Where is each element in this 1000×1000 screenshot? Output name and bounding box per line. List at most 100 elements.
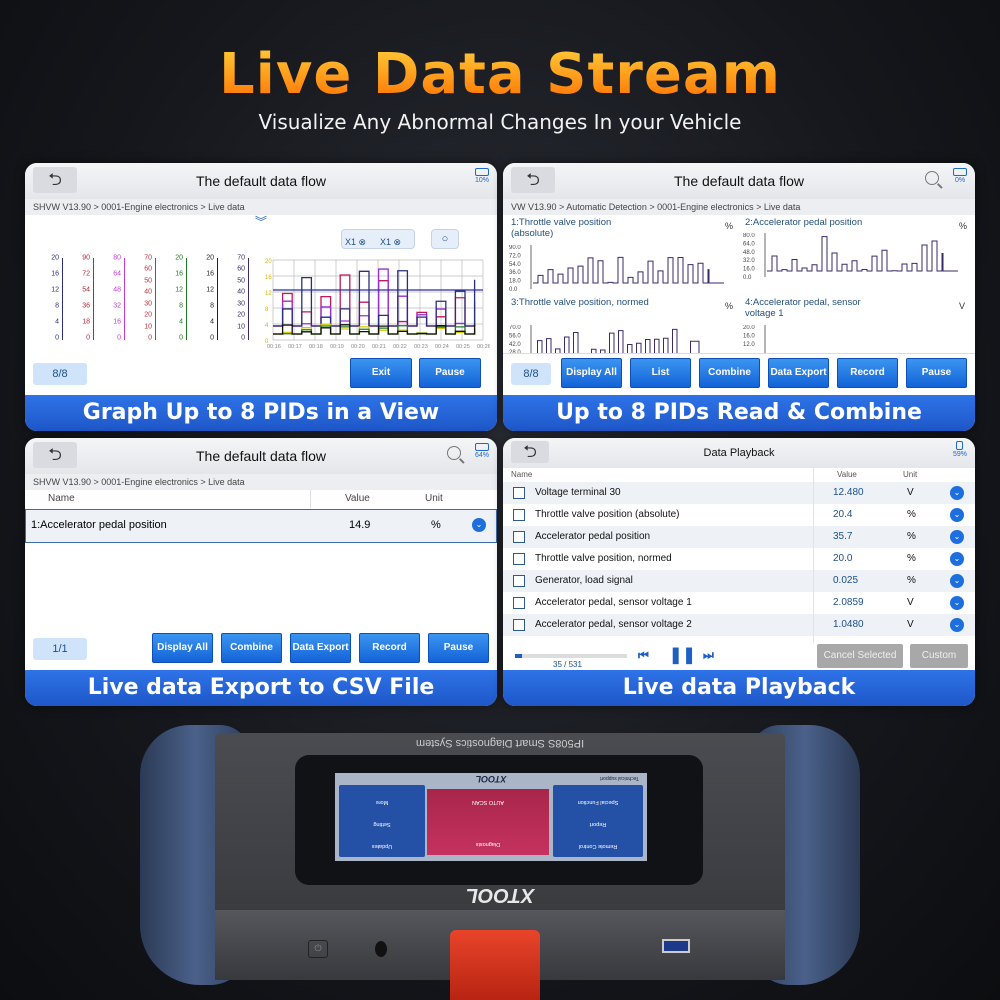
pid-trace (767, 236, 958, 272)
pid-value: 35.7 (833, 531, 853, 542)
tick-label: 90 (82, 254, 90, 262)
table-row[interactable]: Throttle valve position, normed 20.0% ⌄ (503, 548, 975, 570)
pid-trace (273, 274, 476, 327)
pause-button[interactable]: Pause (428, 633, 489, 663)
table-row[interactable]: Accelerator pedal, sensor voltage 2 1.048… (503, 614, 975, 636)
pause-button[interactable]: Pause (419, 358, 481, 388)
pid-name: Accelerator pedal, sensor voltage 2 (535, 619, 692, 630)
expand-chevron-icon[interactable]: ︾ (255, 213, 267, 230)
tick-label: 12 (51, 286, 59, 294)
display-all-button[interactable]: Display All (152, 633, 213, 663)
refresh-button[interactable]: ○ (431, 229, 459, 249)
next-icon[interactable]: ⏭ (703, 648, 714, 663)
back-button[interactable]: ⮌ (511, 167, 555, 193)
tick-label: 0 (179, 334, 183, 342)
table-row[interactable]: 1:Accelerator pedal position 14.9 % ⌄ (25, 509, 497, 543)
expand-icon[interactable]: ⌄ (472, 518, 486, 532)
tick-label: 70.0 (509, 325, 521, 331)
expand-icon[interactable]: ⌄ (950, 486, 964, 500)
row-checkbox[interactable] (513, 575, 525, 587)
combine-button[interactable]: Combine (221, 633, 282, 663)
tick-label: 36 (82, 302, 90, 310)
cancel-selected-button[interactable]: Cancel Selected (817, 644, 903, 668)
zoom-y-button[interactable]: X1 ⊗ (380, 232, 401, 252)
tick-label: 0 (241, 334, 245, 342)
battery-indicator: 0% (953, 168, 967, 185)
search-icon[interactable] (925, 171, 939, 185)
back-button[interactable]: ⮌ (33, 167, 77, 193)
panel-combine: The default data flow ⮌ 0% VW V13.90 > A… (503, 163, 975, 431)
data-export-button[interactable]: Data Export (768, 358, 829, 388)
pid-title: 1:Throttle valve position (absolute) (511, 217, 612, 239)
tick-label: 40 (237, 288, 245, 296)
tick-label: 12 (206, 286, 214, 294)
battery-level: 10% (474, 177, 489, 184)
power-button[interactable]: ⏻ (308, 940, 328, 958)
pause-button[interactable]: Pause (906, 358, 967, 388)
previous-icon[interactable]: ⏮ (638, 648, 649, 663)
exit-button[interactable]: Exit (350, 358, 412, 388)
display-all-button[interactable]: Display All (561, 358, 622, 388)
pid-value: 2.0859 (833, 597, 864, 608)
tick-label: 48 (113, 286, 121, 294)
record-button[interactable]: Record (837, 358, 898, 388)
table-row[interactable]: Generator, load signal 0.025% ⌄ (503, 570, 975, 592)
table-row[interactable]: Throttle valve position (absolute) 20.4% ⌄ (503, 504, 975, 526)
tick-label: 20 (144, 311, 152, 319)
tick-label: 50 (237, 277, 245, 285)
row-checkbox[interactable] (513, 619, 525, 631)
subheadline: Visualize Any Abnormal Changes In your V… (258, 110, 742, 134)
table-row[interactable]: Accelerator pedal position 35.7% ⌄ (503, 526, 975, 548)
table-header: Name Value Unit (511, 470, 918, 479)
list-button[interactable]: List (630, 358, 691, 388)
tick-label: 20 (237, 311, 245, 319)
header: The default data flow (25, 163, 497, 199)
tick-label: 54 (82, 286, 90, 294)
tick-label: 72 (82, 270, 90, 278)
row-checkbox[interactable] (513, 531, 525, 543)
pid-value: 12.480 (833, 487, 864, 498)
y-axis: 20 16 12 8 4 0 (167, 255, 187, 342)
search-icon[interactable] (447, 446, 461, 460)
zoom-x-button[interactable]: X1 ⊗ (345, 232, 366, 252)
expand-icon[interactable]: ⌄ (950, 552, 964, 566)
pid-unit: % (725, 301, 734, 311)
record-button[interactable]: Record (359, 633, 420, 663)
multi-pid-graph: 20161284000:16 00:17 00:18 00:19 00:20 00:21 0… (265, 259, 490, 348)
table-row[interactable]: Accelerator pedal, sensor voltage 1 2.085… (503, 592, 975, 614)
y-axis: 70 60 50 40 30 20 10 0 (229, 255, 249, 342)
pid-name: Throttle valve position, normed (535, 553, 672, 564)
tick-label: 12.0 (743, 342, 755, 348)
expand-icon[interactable]: ⌄ (950, 508, 964, 522)
tick-label: 32 (113, 302, 121, 310)
title: The default data flow (674, 173, 804, 189)
tick-label: 50 (144, 277, 152, 285)
tick-label: 0.0 (509, 287, 518, 293)
battery-icon (953, 168, 967, 176)
tick-label: 10 (237, 323, 245, 331)
diagnosis-tile[interactable]: AUTO SCAN Diagnosis (427, 789, 549, 855)
back-button[interactable]: ⮌ (33, 442, 77, 468)
custom-button[interactable]: Custom (910, 644, 968, 668)
pid-chart: 90.0 72.0 54.0 36.0 18.0 0.0 (509, 245, 739, 305)
device-screen[interactable]: Remote Control Report Special Function AUT… (335, 773, 647, 861)
row-checkbox[interactable] (513, 553, 525, 565)
pid-name: Generator, load signal (535, 575, 633, 586)
row-checkbox[interactable] (513, 597, 525, 609)
combine-button[interactable]: Combine (699, 358, 760, 388)
row-checkbox[interactable] (513, 509, 525, 521)
pause-icon[interactable]: ❚❚ (669, 645, 696, 665)
device: IP508S Smart Diagnostics System Remote C… (140, 725, 860, 1000)
expand-icon[interactable]: ⌄ (950, 574, 964, 588)
tick-label: 64.0 (743, 241, 755, 247)
expand-icon[interactable]: ⌄ (950, 596, 964, 610)
data-export-button[interactable]: Data Export (290, 633, 351, 663)
y-axis: 90 72 54 36 18 0 (74, 254, 94, 342)
expand-icon[interactable]: ⌄ (950, 530, 964, 544)
table-row[interactable]: Voltage terminal 30 12.480 V ⌄ (503, 482, 975, 504)
battery-indicator: 59% (953, 441, 967, 459)
expand-icon[interactable]: ⌄ (950, 618, 964, 632)
back-button[interactable]: ⮌ (511, 441, 549, 463)
row-checkbox[interactable] (513, 487, 525, 499)
playback-progress[interactable] (515, 654, 627, 658)
